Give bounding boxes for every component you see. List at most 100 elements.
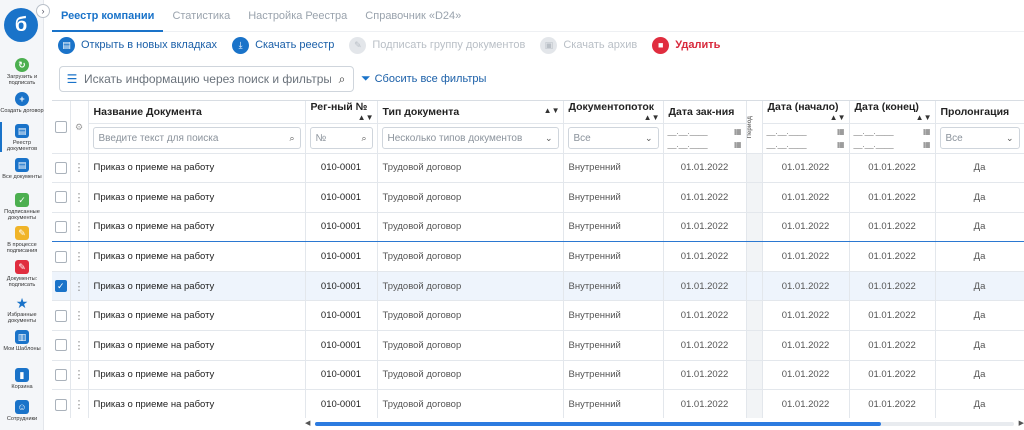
delete-button[interactable]: ■ Удалить — [652, 36, 720, 54]
type-filter-select[interactable]: Несколько типов документов ⌄ — [381, 127, 559, 149]
table-row[interactable]: ⋮ Приказ о приеме на работу 010-0001 Трудов… — [52, 153, 1024, 184]
sort-icon[interactable]: ▲▼ — [830, 113, 846, 122]
col-header-date-end[interactable]: Дата (конец) ▲▼ — [849, 101, 936, 124]
row-checkbox[interactable] — [54, 309, 67, 322]
row-checkbox[interactable] — [54, 161, 67, 174]
row-checkbox[interactable]: ✓ — [54, 280, 67, 293]
sidebar-item-7[interactable]: ★ Избранные документы — [0, 295, 44, 325]
row-checkbox[interactable] — [54, 339, 67, 352]
table-row[interactable]: ⋮ Приказ о приеме на работу 010-0001 Трудов… — [52, 330, 1024, 361]
date-end-range[interactable]: __.__.____ ▦ __.__.____ ▦ — [854, 127, 931, 149]
table-row[interactable]: ⋮ Приказ о приеме на работу 010-0001 Трудов… — [52, 360, 1024, 391]
sidebar-item-4[interactable]: ✓ Подписанные документы — [0, 193, 44, 221]
scroll-right-icon[interactable]: ▶ — [1019, 419, 1024, 427]
sidebar-item-8[interactable]: ▥ Мои Шаблоны — [0, 330, 44, 352]
open-in-tabs-button[interactable]: ▤ Открыть в новых вкладках — [58, 36, 217, 54]
filter-settings-icon[interactable]: ☰ — [60, 72, 84, 86]
app-logo[interactable]: б — [4, 8, 38, 42]
col-header-reg[interactable]: Рег-ный № ▲▼ — [305, 101, 378, 124]
table-row[interactable]: ⋮ Приказ о приеме на работу 010-0001 Трудов… — [52, 389, 1024, 418]
cell-name[interactable]: Приказ о приеме на работу — [88, 241, 306, 272]
table-row[interactable]: ✓ ⋮ Приказ о приеме на работу 010-0001 Трудо… — [52, 271, 1024, 302]
prolong-filter-select[interactable]: Все ⌄ — [939, 127, 1020, 149]
col-header-date-sign[interactable]: Дата зак-ния — [663, 101, 747, 124]
sort-icon[interactable]: ▲▼ — [358, 113, 374, 122]
cell-name[interactable]: Приказ о приеме на работу — [88, 211, 306, 243]
filter-date-sign-cell: __.__.____ ▦ __.__.____ ▦ — [663, 123, 747, 154]
download-registry-button[interactable]: ⤓ Скачать реестр — [232, 36, 334, 54]
row-checkbox[interactable] — [54, 220, 67, 233]
sidebar: б › ↻ Загрузить и подписать + Создать догов… — [0, 0, 50, 430]
calendar-icon[interactable]: ▦ — [837, 127, 845, 136]
table-row[interactable]: ⋮ Приказ о приеме на работу 010-0001 Трудов… — [52, 241, 1024, 272]
cell-name[interactable]: Приказ о приеме на работу — [88, 182, 306, 213]
cell-name[interactable]: Приказ о приеме на работу — [88, 360, 306, 391]
reset-filters-button[interactable]: ⏷ Сбосить все фильтры — [361, 71, 486, 86]
table-row[interactable]: ⋮ Приказ о приеме на работу 010-0001 Трудов… — [52, 300, 1024, 332]
table-row[interactable]: ⋮ Приказ о приеме на работу 010-0001 Трудов… — [52, 211, 1024, 243]
row-checkbox[interactable] — [54, 398, 67, 411]
row-menu-icon[interactable]: ⋮ — [70, 389, 89, 418]
scroll-left-icon[interactable]: ◀ — [305, 419, 310, 427]
sort-icon[interactable]: ▲▼ — [544, 106, 560, 115]
col-header-prolong[interactable]: Пролонгация — [935, 101, 1024, 124]
col-header-date-start[interactable]: Дата (начало) ▲▼ — [762, 101, 850, 124]
row-checkbox[interactable] — [54, 368, 67, 381]
row-menu-icon[interactable]: ⋮ — [70, 211, 89, 243]
collapse-sidebar-icon[interactable]: › — [36, 4, 50, 18]
col-header-type[interactable]: Тип документа ▲▼ — [377, 101, 564, 124]
calendar-icon[interactable]: ▦ — [837, 140, 845, 149]
row-menu-icon[interactable]: ⋮ — [70, 271, 89, 302]
row-checkbox[interactable] — [54, 191, 67, 204]
select-all-checkbox[interactable] — [54, 120, 67, 133]
table-row[interactable]: ⋮ Приказ о приеме на работу 010-0001 Трудов… — [52, 182, 1024, 213]
download-archive-button[interactable]: ▣ Скачать архив — [540, 36, 637, 54]
flow-filter-select[interactable]: Все ⌄ — [567, 127, 659, 149]
scroll-thumb[interactable] — [315, 422, 881, 426]
sort-icon[interactable]: ▲▼ — [916, 113, 932, 122]
cell-name[interactable]: Приказ о приеме на работу — [88, 330, 306, 361]
calendar-icon[interactable]: ▦ — [734, 127, 742, 136]
search-input[interactable] — [84, 72, 331, 86]
row-menu-icon[interactable]: ⋮ — [70, 330, 89, 361]
row-menu-icon[interactable]: ⋮ — [70, 182, 89, 213]
tab-registry-settings[interactable]: Настройка Реестра — [239, 0, 356, 32]
calendar-icon[interactable]: ▦ — [923, 127, 931, 136]
cell-name[interactable]: Приказ о приеме на работу — [88, 153, 306, 184]
row-menu-icon[interactable]: ⋮ — [70, 300, 89, 332]
sidebar-item-0[interactable]: ↻ Загрузить и подписать — [0, 58, 44, 86]
row-menu-icon[interactable]: ⋮ — [70, 241, 89, 272]
reg-filter-input[interactable]: № ⌕ — [309, 127, 373, 149]
cell-name[interactable]: Приказ о приеме на работу — [88, 300, 306, 332]
sidebar-item-1[interactable]: + Создать договор — [0, 92, 44, 114]
sidebar-item-10[interactable]: ☺ Сотрудники — [0, 400, 44, 422]
cell-date-end: 01.01.2022 — [849, 241, 936, 272]
cell-name[interactable]: Приказ о приеме на работу — [88, 271, 306, 302]
sidebar-item-2[interactable]: ▤ Реестр документов — [0, 121, 44, 153]
col-header-name[interactable]: Название Документа — [88, 101, 306, 124]
tab-statistics[interactable]: Статистика — [163, 0, 239, 32]
horizontal-scrollbar[interactable]: ◀ ▶ — [305, 420, 1024, 428]
date-start-range[interactable]: __.__.____ ▦ __.__.____ ▦ — [767, 127, 845, 149]
sort-icon[interactable]: ▲▼ — [644, 113, 660, 122]
sign-group-button[interactable]: ✎ Подписать группу документов — [349, 36, 525, 54]
row-menu-icon[interactable]: ⋮ — [70, 360, 89, 391]
sidebar-item-6[interactable]: ✎ Документы: подписать — [0, 260, 44, 288]
cell-name[interactable]: Приказ о приеме на работу — [88, 389, 306, 418]
calendar-icon[interactable]: ▦ — [923, 140, 931, 149]
search-icon[interactable]: ⌕ — [331, 72, 353, 87]
gear-icon[interactable]: ⚙ — [75, 122, 83, 132]
sidebar-item-label: Все документы — [2, 174, 42, 180]
name-filter-input[interactable]: Введите текст для поиска ⌕ — [92, 127, 301, 149]
col-header-flow[interactable]: Документопоток ▲▼ — [563, 101, 664, 124]
calendar-icon[interactable]: ▦ — [734, 140, 742, 149]
tab-directory-d24[interactable]: Справочник «D24» — [356, 0, 470, 32]
sidebar-item-9[interactable]: ▮ Корзина — [0, 368, 44, 390]
sidebar-item-3[interactable]: ▤ Все документы — [0, 158, 44, 180]
row-checkbox[interactable] — [54, 250, 67, 263]
row-menu-icon[interactable]: ⋮ — [70, 153, 89, 184]
cell-date-start: 01.01.2022 — [762, 241, 850, 272]
date-sign-range[interactable]: __.__.____ ▦ __.__.____ ▦ — [668, 127, 742, 149]
sidebar-item-5[interactable]: ✎ В процессе подписания — [0, 226, 44, 254]
tab-company-registry[interactable]: Реестр компании — [52, 0, 164, 32]
